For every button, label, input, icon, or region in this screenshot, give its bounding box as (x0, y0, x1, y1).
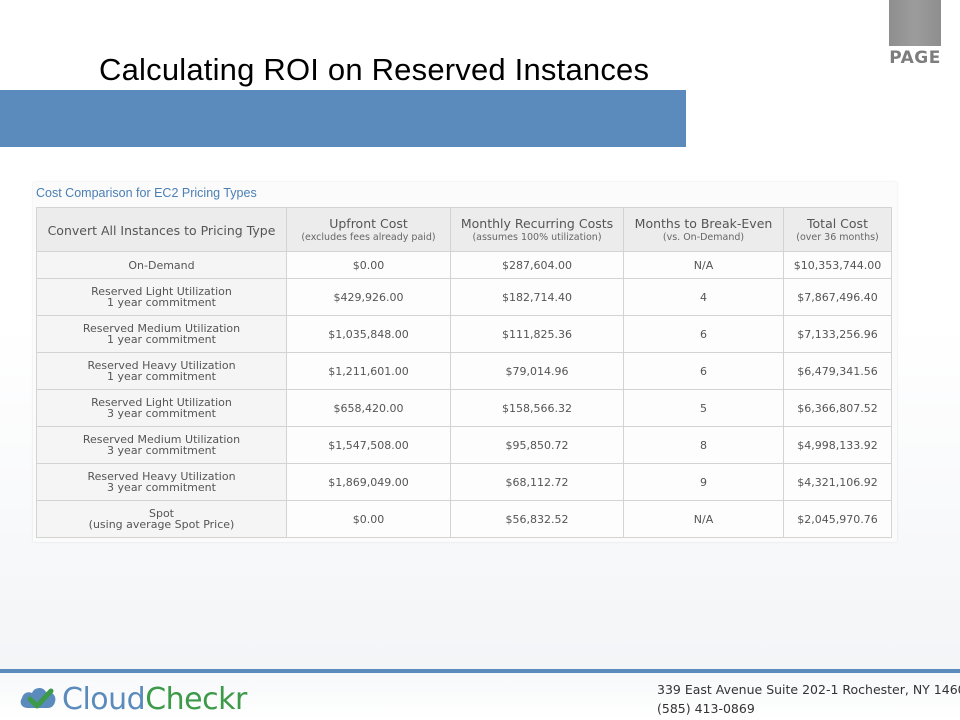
table-heading: Cost Comparison for EC2 Pricing Types (36, 186, 257, 200)
title-band (0, 90, 686, 147)
table-row: Reserved Medium Utilization 1 year commit… (36, 315, 892, 353)
monthly-cost-cell: $95,850.72 (450, 426, 624, 464)
cloudcheckr-logo: CloudCheckr (18, 680, 268, 718)
brand-wordmark: CloudCheckr (62, 682, 247, 717)
column-header-label: Convert All Instances to Pricing Type (47, 223, 276, 238)
total-cost-cell: $6,479,341.56 (783, 352, 892, 390)
total-cost-cell: $4,321,106.92 (783, 463, 892, 501)
pricing-type-cell: Spot (using average Spot Price) (36, 500, 287, 538)
column-header-label: Upfront Cost (329, 215, 408, 231)
column-header: Monthly Recurring Costs (assumes 100% uti… (450, 207, 624, 252)
total-cost-cell: $4,998,133.92 (783, 426, 892, 464)
total-cost-cell: $6,366,807.52 (783, 389, 892, 427)
upfront-cost-cell: $429,926.00 (286, 278, 451, 316)
break-even-cell: 6 (623, 352, 784, 390)
total-cost-cell: $7,867,496.40 (783, 278, 892, 316)
monthly-cost-cell: $56,832.52 (450, 500, 624, 538)
monthly-cost-cell: $158,566.32 (450, 389, 624, 427)
upfront-cost-cell: $1,211,601.00 (286, 352, 451, 390)
upfront-cost-cell: $0.00 (286, 500, 451, 538)
phone-text: (585) 413-0869 (657, 701, 755, 716)
column-header: Upfront Cost (excludes fees already paid) (286, 207, 451, 252)
page-logo-block (889, 0, 941, 46)
upfront-cost-cell: $1,547,508.00 (286, 426, 451, 464)
monthly-cost-cell: $79,014.96 (450, 352, 624, 390)
column-header: Months to Break-Even (vs. On-Demand) (623, 207, 784, 252)
pricing-type-cell: Reserved Light Utilization 3 year commitm… (36, 389, 287, 427)
table-row: Reserved Light Utilization 1 year commitm… (36, 278, 892, 316)
column-header-label: Total Cost (807, 215, 868, 231)
table-row: Reserved Heavy Utilization 3 year commitm… (36, 463, 892, 501)
brand-part-cloud: Cloud (62, 682, 146, 717)
table-row: Reserved Medium Utilization 3 year commit… (36, 426, 892, 464)
page-logo: PAGE (889, 0, 941, 72)
brand-part-checkr: Checkr (145, 682, 247, 717)
break-even-cell: N/A (623, 500, 784, 538)
page-logo-text: PAGE (889, 48, 941, 68)
column-header-sublabel: (assumes 100% utilization) (472, 231, 602, 243)
upfront-cost-cell: $0.00 (286, 251, 451, 279)
table-row: Reserved Light Utilization 3 year commitm… (36, 389, 892, 427)
column-header-sublabel: (over 36 months) (796, 231, 879, 243)
break-even-cell: 6 (623, 315, 784, 353)
break-even-cell: 5 (623, 389, 784, 427)
cost-comparison-table: Convert All Instances to Pricing Type Up… (36, 207, 892, 538)
column-header-label: Months to Break-Even (634, 215, 773, 231)
break-even-cell: N/A (623, 251, 784, 279)
break-even-cell: 9 (623, 463, 784, 501)
column-header: Total Cost (over 36 months) (783, 207, 892, 252)
monthly-cost-cell: $287,604.00 (450, 251, 624, 279)
table-row: Spot (using average Spot Price) $0.00 $56… (36, 500, 892, 538)
cloud-check-icon (20, 687, 56, 709)
table-row: Reserved Heavy Utilization 1 year commitm… (36, 352, 892, 390)
pricing-type-cell: Reserved Heavy Utilization 3 year commitm… (36, 463, 287, 501)
total-cost-cell: $10,353,744.00 (783, 251, 892, 279)
break-even-cell: 8 (623, 426, 784, 464)
total-cost-cell: $2,045,970.76 (783, 500, 892, 538)
pricing-type-cell: Reserved Medium Utilization 1 year commit… (36, 315, 287, 353)
contact-info: 339 East Avenue Suite 202-1 Rochester, N… (657, 680, 960, 718)
pricing-type-cell: Reserved Light Utilization 1 year commitm… (36, 278, 287, 316)
pricing-type-cell: Reserved Medium Utilization 3 year commit… (36, 426, 287, 464)
address-text: 339 East Avenue Suite 202-1 Rochester, N… (657, 682, 960, 697)
column-header-label: Monthly Recurring Costs (460, 215, 614, 231)
break-even-cell: 4 (623, 278, 784, 316)
upfront-cost-cell: $658,420.00 (286, 389, 451, 427)
monthly-cost-cell: $68,112.72 (450, 463, 624, 501)
upfront-cost-cell: $1,869,049.00 (286, 463, 451, 501)
pricing-type-cell: On-Demand (36, 251, 287, 279)
pricing-type-cell: Reserved Heavy Utilization 1 year commitm… (36, 352, 287, 390)
upfront-cost-cell: $1,035,848.00 (286, 315, 451, 353)
column-header-sublabel: (excludes fees already paid) (301, 231, 436, 243)
monthly-cost-cell: $111,825.36 (450, 315, 624, 353)
slide-title: Calculating ROI on Reserved Instances (99, 52, 650, 87)
column-header: Convert All Instances to Pricing Type (36, 207, 287, 252)
table-header-row: Convert All Instances to Pricing Type Up… (36, 207, 892, 252)
column-header-sublabel: (vs. On-Demand) (662, 231, 745, 243)
total-cost-cell: $7,133,256.96 (783, 315, 892, 353)
table-row: On-Demand $0.00 $287,604.00 N/A $10,353,… (36, 251, 892, 279)
monthly-cost-cell: $182,714.40 (450, 278, 624, 316)
